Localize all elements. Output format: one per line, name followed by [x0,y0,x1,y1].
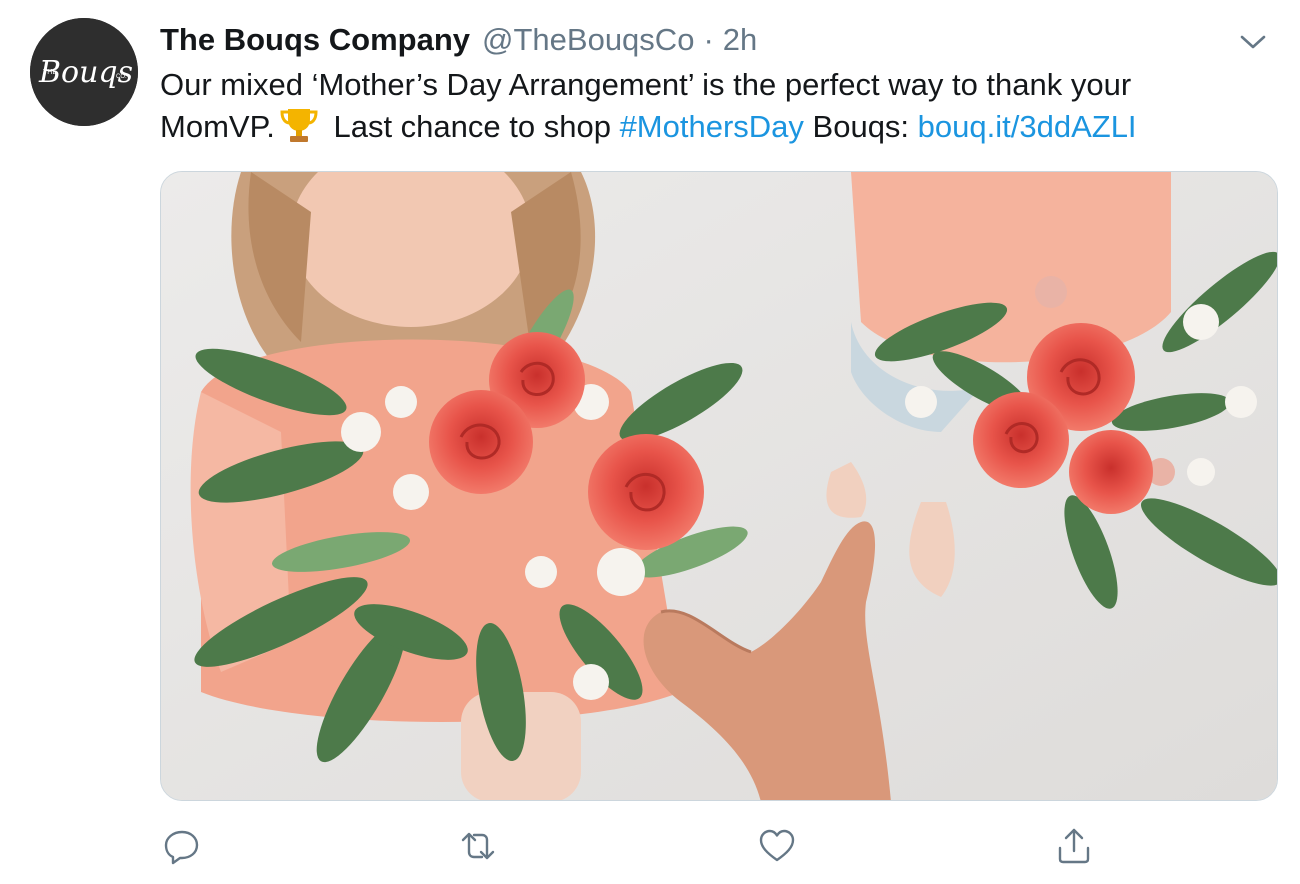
tweet[interactable]: Bouqs THE CO. The Bouqs Company @TheBouq… [0,0,1300,884]
heart-icon[interactable] [757,826,797,866]
author-handle[interactable]: @TheBouqsCo [482,18,694,62]
tweet-timestamp[interactable]: 2h [723,18,757,62]
tweet-content: The Bouqs Company @TheBouqsCo · 2h Our m… [160,18,1270,148]
reply-icon[interactable] [162,826,202,866]
share-icon[interactable] [1054,826,1094,866]
chevron-down-icon[interactable] [1236,30,1270,54]
avatar[interactable]: Bouqs THE CO. [30,18,138,126]
share-button[interactable] [1054,826,1094,866]
tweet-action-bar [160,826,1160,870]
tweet-text-middle: Last chance to shop [324,109,620,144]
tweet-header: The Bouqs Company @TheBouqsCo · 2h [160,18,1270,62]
url-link[interactable]: bouq.it/3ddAZLI [918,109,1137,144]
avatar-logo-small-right: CO. [116,74,127,80]
tweet-text-bouqs: Bouqs: [803,109,918,144]
separator-dot: · [703,22,714,57]
reply-button[interactable] [162,826,202,866]
author-display-name[interactable]: The Bouqs Company [160,18,470,62]
retweet-button[interactable] [458,826,498,866]
trophy-icon [280,109,318,142]
retweet-icon[interactable] [458,826,498,866]
avatar-logo-small-left: THE [43,69,57,76]
like-button[interactable] [757,826,797,866]
tweet-media-photo[interactable] [160,171,1278,801]
tweet-text: Our mixed ‘Mother’s Day Arrangement’ is … [160,64,1270,148]
tweet-text-momvp: MomVP. [160,109,275,144]
tweet-text-line-1: Our mixed ‘Mother’s Day Arrangement’ is … [160,67,1132,102]
tweet-text-line-2: MomVP. Last chance to shop #MothersDay B… [160,106,1270,148]
photo-image [161,172,1277,800]
hashtag-link[interactable]: #MothersDay [620,109,804,144]
bouqs-logo-icon: Bouqs THE CO. [30,18,138,126]
